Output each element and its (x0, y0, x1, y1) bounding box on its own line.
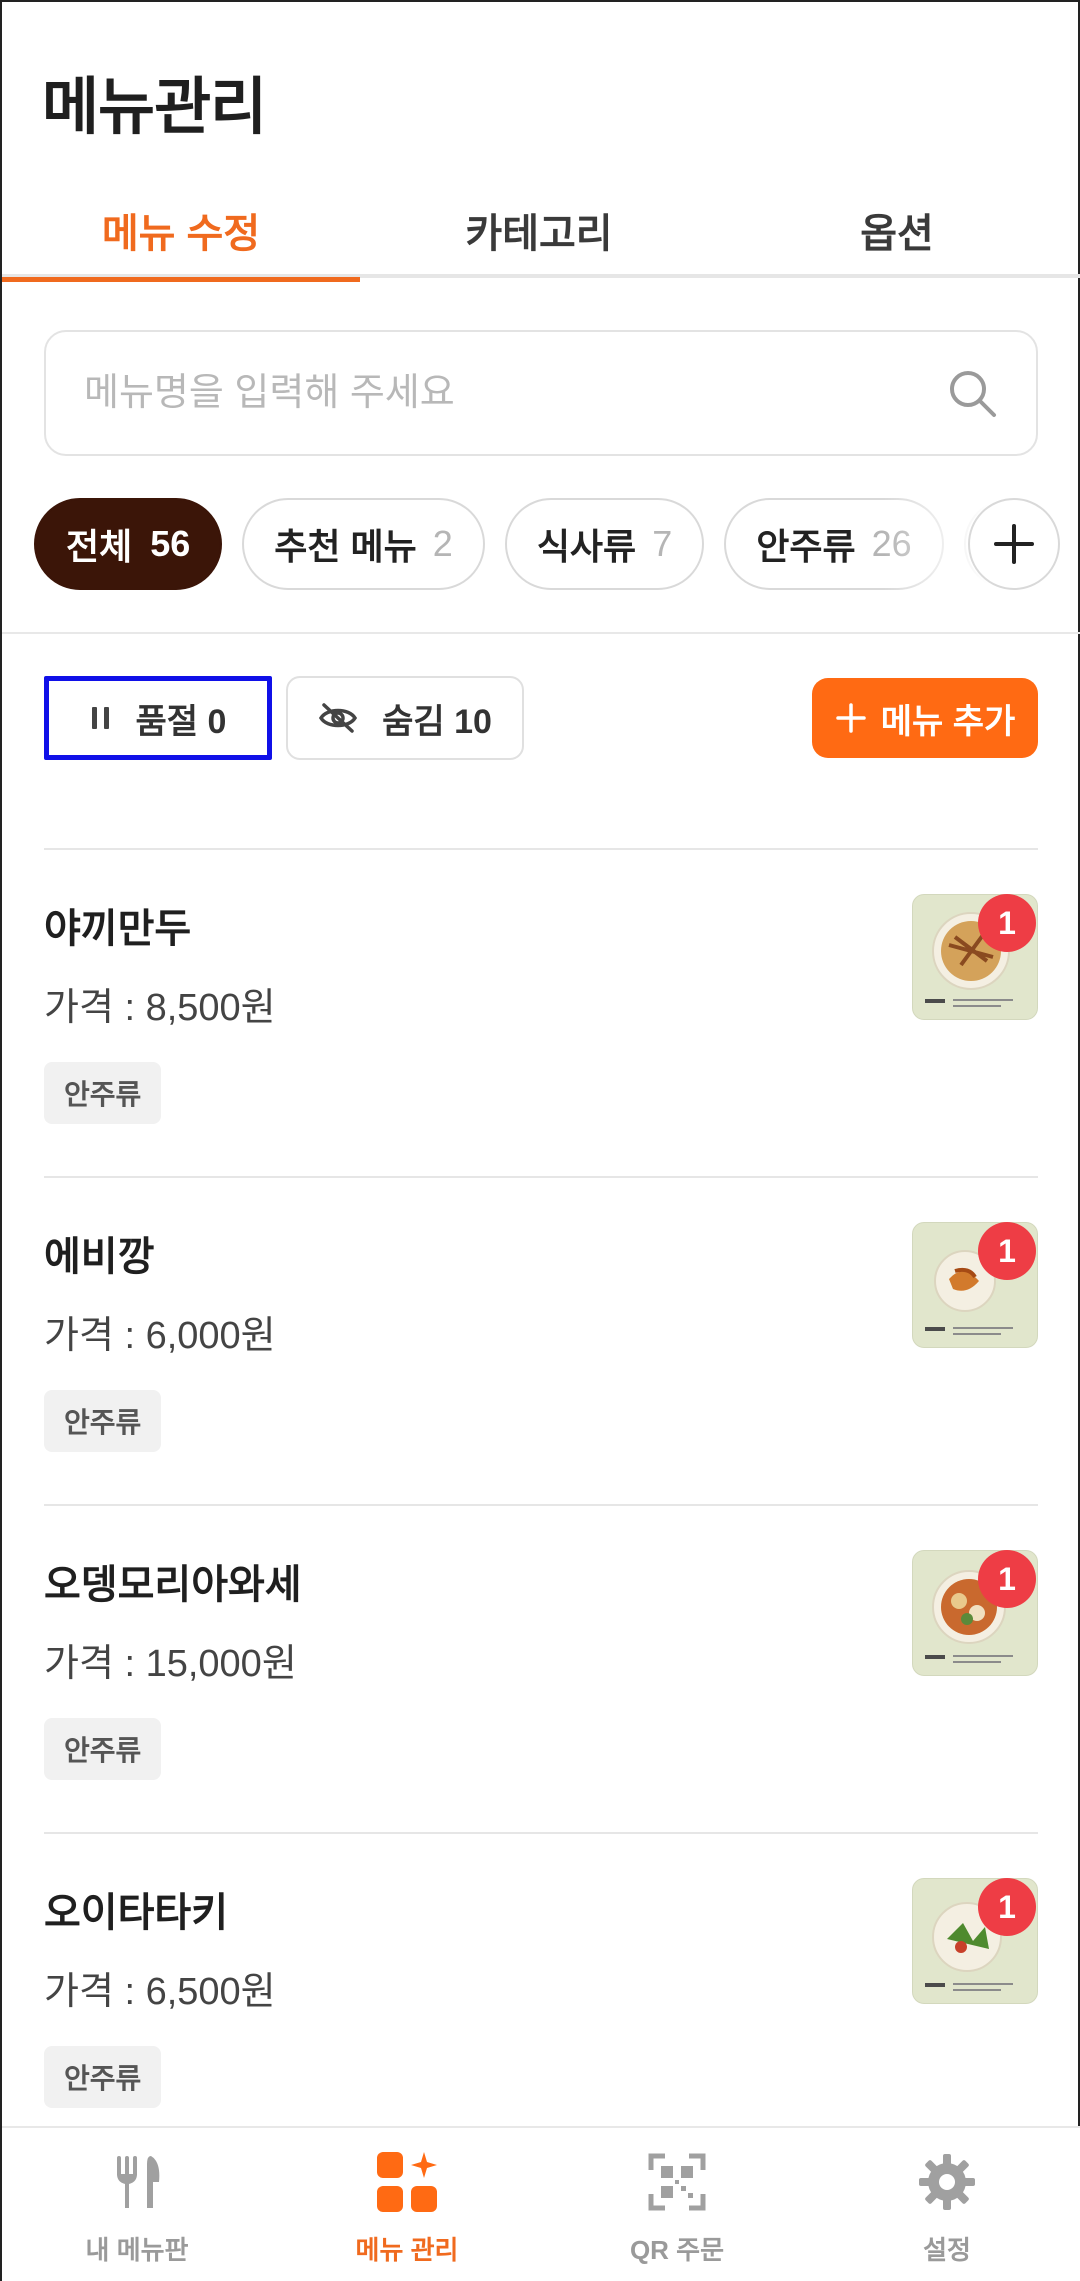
nav-item-qr-order[interactable]: QR 주문 (542, 2128, 812, 2281)
fork-knife-icon (117, 2156, 160, 2208)
nav-label: 메뉴 관리 (355, 2235, 459, 2265)
nav-label: QR 주문 (629, 2235, 725, 2265)
menu-name: 오이타타키 (44, 1891, 228, 1935)
add-category-button[interactable] (968, 498, 1060, 590)
category-chip-meals[interactable]: 식사류 7 (504, 498, 705, 590)
nav-item-settings[interactable]: 설정 (812, 2128, 1080, 2281)
gear-icon (919, 2154, 975, 2210)
menu-price: 가격 : 6,500원 (44, 1971, 276, 2013)
menu-count-badge: 1 (978, 1878, 1036, 1936)
search-input[interactable] (84, 371, 946, 415)
nav-item-my-menu[interactable]: 내 메뉴판 (2, 2128, 272, 2281)
hidden-label: 숨김 10 (382, 702, 492, 741)
pause-icon (91, 707, 109, 729)
menu-count-badge: 1 (978, 1550, 1036, 1608)
menu-grid-icon (377, 2152, 437, 2212)
tab-menu-edit[interactable]: 메뉴 수정 (2, 182, 360, 282)
chip-count: 2 (432, 523, 453, 564)
sold-out-label: 품절 0 (135, 702, 227, 741)
add-menu-button[interactable]: 메뉴 추가 (812, 678, 1038, 758)
tab-options[interactable]: 옵션 (718, 182, 1076, 278)
plus-icon (835, 703, 866, 733)
page-title: 메뉴관리 (42, 73, 267, 142)
nav-item-menu-management[interactable]: 메뉴 관리 (272, 2128, 542, 2281)
menu-list-item[interactable]: 오뎅모리아와세 가격 : 15,000원 안주류 1 (44, 1504, 1038, 1832)
sold-out-filter-button[interactable]: 품절 0 (44, 676, 272, 760)
chip-count: 56 (150, 523, 191, 564)
menu-name: 오뎅모리아와세 (44, 1563, 302, 1607)
menu-name: 야끼만두 (44, 907, 192, 951)
menu-count-badge: 1 (978, 1222, 1036, 1280)
category-chip-scroller[interactable]: 전체 56 추천 메뉴 2 식사류 7 안주류 26 세트 (34, 498, 1044, 590)
search-box (44, 330, 1038, 456)
nav-label: 설정 (923, 2235, 971, 2265)
chip-count: 7 (652, 523, 673, 564)
tab-bar: 메뉴 수정 카테고리 옵션 (2, 182, 1080, 282)
menu-category-tag: 안주류 (44, 1718, 162, 1780)
chip-label: 안주류 (756, 526, 856, 567)
menu-category-tag: 안주류 (44, 1390, 162, 1452)
hidden-filter-button[interactable]: 숨김 10 (286, 676, 524, 760)
menu-price: 가격 : 8,500원 (44, 987, 276, 1029)
plus-icon (994, 524, 1034, 564)
menu-list: 야끼만두 가격 : 8,500원 안주류 1 에비깡 가격 : 6,000원 안… (44, 848, 1038, 2160)
menu-category-tag: 안주류 (44, 2046, 162, 2108)
chip-label: 전체 (66, 526, 133, 567)
bottom-navigation: 내 메뉴판 메뉴 관리 QR 주문 설정 (2, 2126, 1080, 2281)
menu-management-screen: 메뉴관리 메뉴 수정 카테고리 옵션 전체 56 추천 메뉴 2 식사류 7 안… (0, 0, 1080, 2281)
nav-label: 내 메뉴판 (85, 2235, 189, 2265)
category-chip-recommended[interactable]: 추천 메뉴 2 (242, 498, 485, 590)
menu-price: 가격 : 6,000원 (44, 1315, 276, 1357)
search-icon[interactable] (946, 367, 998, 419)
eye-off-icon (319, 703, 358, 733)
section-divider (2, 632, 1080, 634)
menu-list-item[interactable]: 오이타타키 가격 : 6,500원 안주류 1 (44, 1832, 1038, 2160)
qr-code-icon (648, 2153, 706, 2211)
menu-category-tag: 안주류 (44, 1062, 162, 1124)
menu-count-badge: 1 (978, 894, 1036, 952)
chip-label: 추천 메뉴 (274, 526, 417, 567)
category-chip-all[interactable]: 전체 56 (34, 498, 223, 590)
menu-price: 가격 : 15,000원 (44, 1643, 297, 1685)
menu-list-item[interactable]: 에비깡 가격 : 6,000원 안주류 1 (44, 1176, 1038, 1504)
menu-name: 에비깡 (44, 1235, 155, 1279)
chip-label: 식사류 (536, 526, 637, 567)
menu-list-item[interactable]: 야끼만두 가격 : 8,500원 안주류 1 (44, 848, 1038, 1176)
tab-category[interactable]: 카테고리 (360, 182, 718, 278)
add-menu-label: 메뉴 추가 (880, 702, 1016, 741)
